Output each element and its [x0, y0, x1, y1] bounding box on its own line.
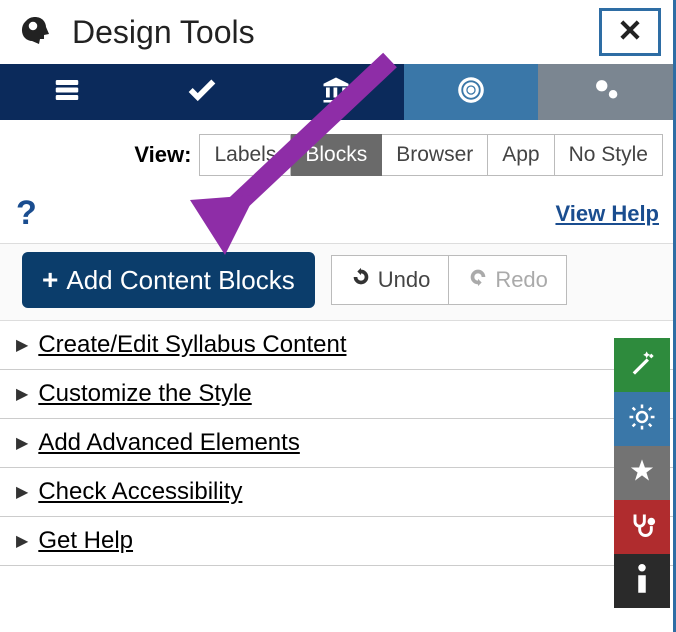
panel-title: Design Tools: [72, 14, 255, 51]
gears-icon: [589, 73, 623, 112]
star-icon: [628, 457, 656, 490]
side-tool-wand[interactable]: [614, 338, 670, 392]
plus-icon: +: [42, 264, 58, 296]
caret-right-icon: ▶: [16, 482, 28, 502]
action-row: + Add Content Blocks Undo Redo: [0, 243, 673, 321]
server-icon: [52, 75, 82, 110]
accordion-item-gethelp[interactable]: ▶ Get Help: [0, 517, 673, 566]
tab-server[interactable]: [0, 64, 135, 120]
institution-icon: [321, 75, 351, 110]
side-tool-star[interactable]: [614, 446, 670, 500]
undo-redo-group: Undo Redo: [331, 255, 567, 305]
accordion-label: Get Help: [38, 527, 133, 555]
add-content-blocks-button[interactable]: + Add Content Blocks: [22, 252, 315, 308]
accordion-item-advanced[interactable]: ▶ Add Advanced Elements: [0, 419, 673, 468]
accordion-label: Add Advanced Elements: [38, 429, 300, 457]
wand-icon: [628, 349, 656, 382]
info-icon: [636, 564, 648, 599]
view-option-app[interactable]: App: [488, 134, 554, 176]
accordion-item-accessibility[interactable]: ▶ Check Accessibility: [0, 468, 673, 517]
sun-icon: [627, 402, 657, 437]
tab-check[interactable]: [135, 64, 270, 120]
question-icon[interactable]: ?: [16, 194, 37, 233]
target-icon: [456, 75, 486, 110]
close-button[interactable]: [599, 8, 661, 56]
accordion-label: Customize the Style: [38, 380, 251, 408]
redo-label: Redo: [495, 267, 548, 293]
view-option-labels[interactable]: Labels: [199, 134, 291, 176]
side-tool-sun[interactable]: [614, 392, 670, 446]
accordion-list: ▶ Create/Edit Syllabus Content ▶ Customi…: [0, 321, 673, 566]
tab-target[interactable]: [404, 64, 539, 120]
accordion-item-syllabus[interactable]: ▶ Create/Edit Syllabus Content: [0, 321, 673, 370]
rocket-icon: [20, 13, 54, 52]
caret-right-icon: ▶: [16, 433, 28, 453]
close-icon: [616, 16, 644, 49]
accordion-item-style[interactable]: ▶ Customize the Style: [0, 370, 673, 419]
accordion-label: Check Accessibility: [38, 478, 242, 506]
redo-button[interactable]: Redo: [448, 256, 566, 304]
caret-right-icon: ▶: [16, 384, 28, 404]
view-option-nostyle[interactable]: No Style: [555, 134, 663, 176]
caret-right-icon: ▶: [16, 335, 28, 355]
side-tool-info[interactable]: [614, 554, 670, 608]
stethoscope-icon: [628, 511, 656, 544]
caret-right-icon: ▶: [16, 531, 28, 551]
undo-label: Undo: [378, 267, 431, 293]
tab-settings[interactable]: [538, 64, 673, 120]
undo-icon: [350, 266, 372, 294]
view-option-blocks[interactable]: Blocks: [291, 134, 382, 176]
accordion-label: Create/Edit Syllabus Content: [38, 331, 346, 359]
toolbar-tabs: [0, 64, 673, 120]
add-button-label: Add Content Blocks: [66, 265, 294, 296]
check-icon: [185, 73, 219, 112]
view-row: View: Labels Blocks Browser App No Style: [0, 120, 673, 190]
tab-institution[interactable]: [269, 64, 404, 120]
undo-button[interactable]: Undo: [332, 256, 449, 304]
help-row: ? View Help: [0, 190, 673, 243]
view-option-browser[interactable]: Browser: [382, 134, 488, 176]
side-tool-stethoscope[interactable]: [614, 500, 670, 554]
redo-icon: [467, 266, 489, 294]
view-help-link[interactable]: View Help: [555, 201, 659, 227]
view-label: View:: [134, 142, 191, 168]
header: Design Tools: [0, 0, 673, 64]
side-tools: [614, 338, 670, 608]
